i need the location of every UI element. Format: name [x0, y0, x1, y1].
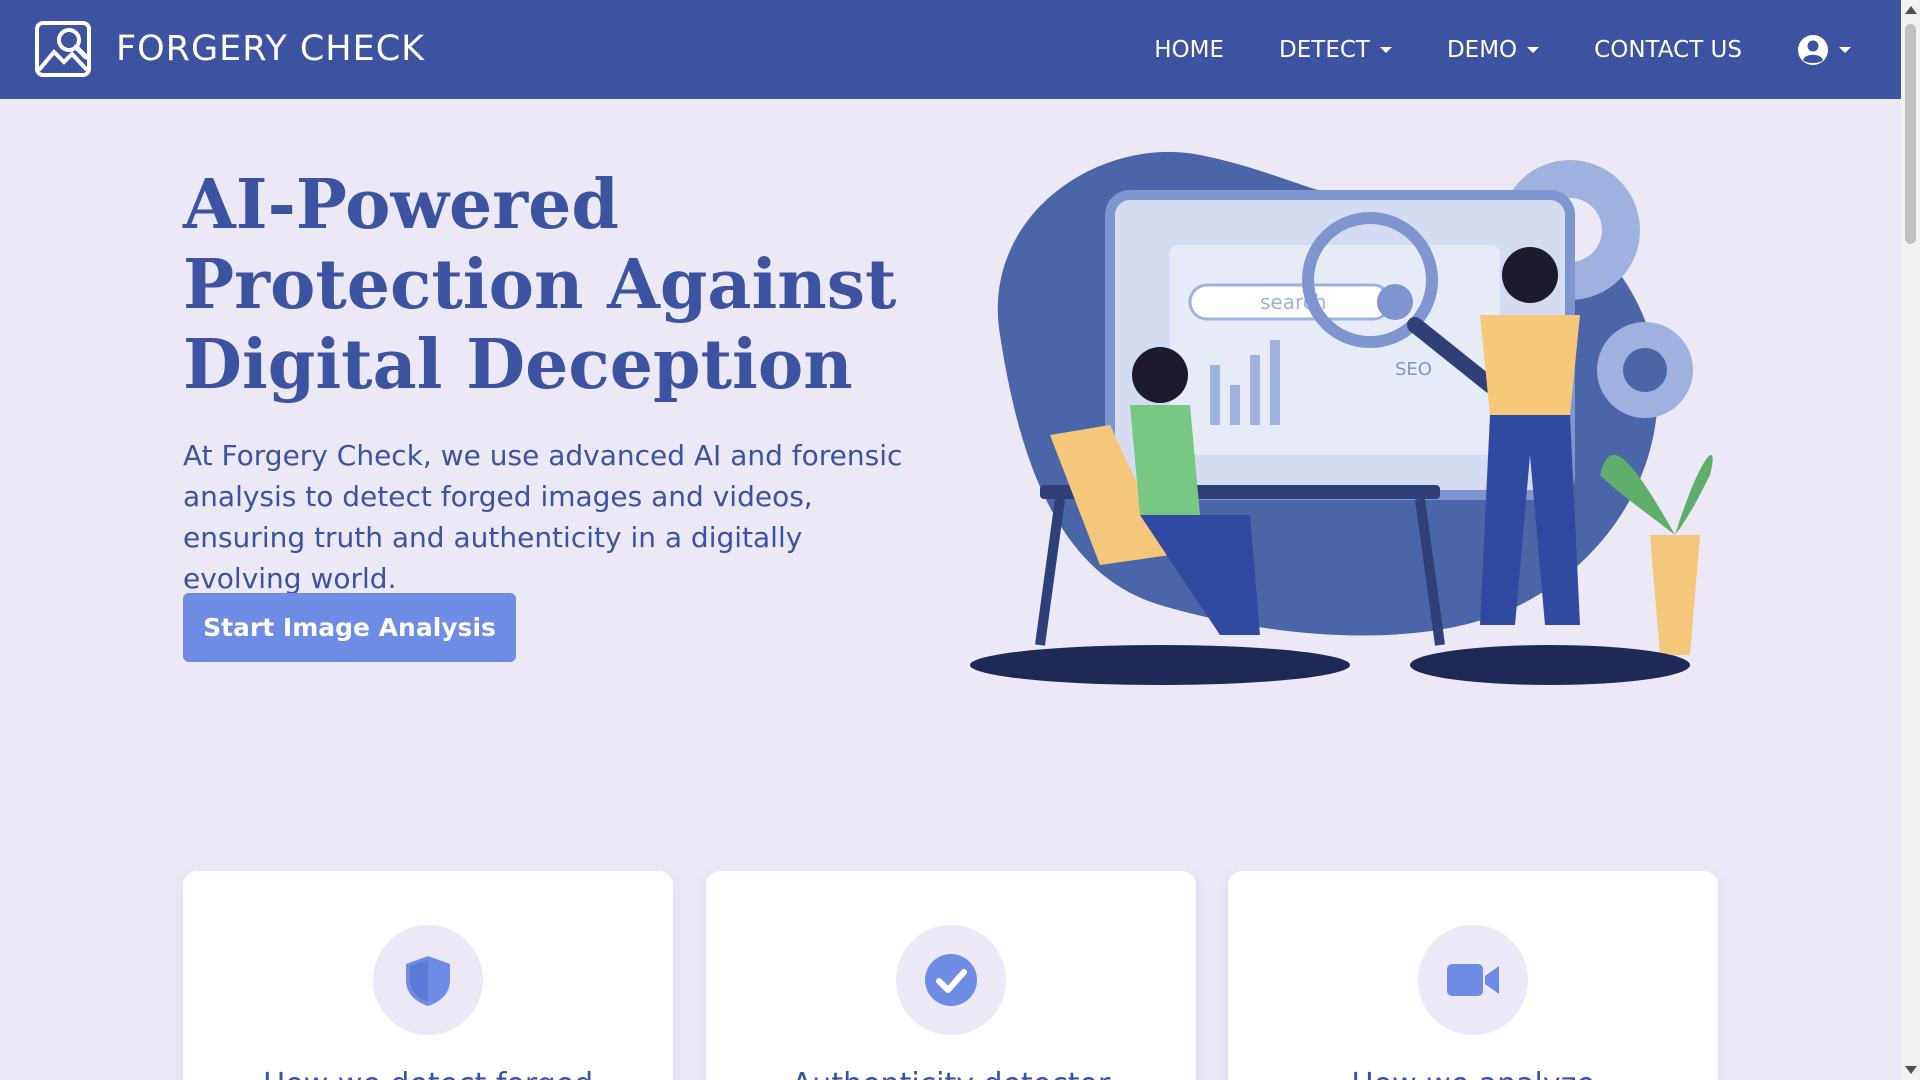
nav-demo-label: DEMO: [1446, 36, 1518, 63]
nav-detect-dropdown[interactable]: DETECT: [1279, 37, 1392, 63]
start-image-analysis-button[interactable]: Start Image Analysis: [183, 593, 516, 662]
card-icon-circle: [373, 925, 483, 1035]
nav-contact[interactable]: CONTACT US: [1594, 37, 1742, 63]
caret-down-icon: [1839, 46, 1851, 53]
page-scrollbar[interactable]: [1901, 0, 1920, 1080]
nav-links: HOME DETECT DEMO CONTACT US: [1099, 0, 1851, 99]
hero-illustration: search SEO: [970, 151, 1713, 685]
scroll-down-arrow-icon[interactable]: [1905, 1066, 1917, 1074]
nav-home[interactable]: HOME: [1154, 37, 1224, 63]
card-icon-circle: [1418, 925, 1528, 1035]
card-title: How we analyze: [1228, 1067, 1718, 1080]
image-search-logo-icon: [35, 21, 91, 77]
caret-down-icon: [1527, 46, 1540, 53]
illustration-seo-label: SEO: [1395, 359, 1432, 380]
gear-icon: [1597, 322, 1693, 418]
nav-demo-dropdown[interactable]: DEMO: [1446, 36, 1540, 63]
feature-card: Authenticity detector: [706, 871, 1196, 1080]
scroll-thumb[interactable]: [1905, 24, 1916, 244]
user-circle-icon: [1798, 34, 1828, 65]
card-icon-circle: [896, 925, 1006, 1035]
card-title: How we detect forged: [183, 1067, 673, 1080]
caret-down-icon: [1379, 46, 1392, 53]
shield-icon: [406, 956, 450, 1006]
scroll-up-arrow-icon[interactable]: [1905, 6, 1917, 14]
hero-description: At Forgery Check, we use advanced AI and…: [183, 439, 903, 595]
feature-card: How we detect forged: [183, 871, 673, 1080]
user-menu-dropdown[interactable]: [1797, 34, 1851, 66]
video-camera-icon: [1447, 964, 1499, 996]
brand-name: FORGERY CHECK: [116, 29, 426, 69]
feature-card: How we analyze: [1228, 871, 1718, 1080]
check-circle-icon: [925, 954, 977, 1006]
navbar: FORGERY CHECK HOME DETECT DEMO CONTACT U…: [0, 0, 1901, 99]
card-title: Authenticity detector: [706, 1067, 1196, 1080]
nav-detect-label: DETECT: [1279, 36, 1370, 63]
brand[interactable]: FORGERY CHECK: [34, 20, 425, 78]
hero-title: AI-Powered Protection Against Digital De…: [183, 165, 897, 405]
